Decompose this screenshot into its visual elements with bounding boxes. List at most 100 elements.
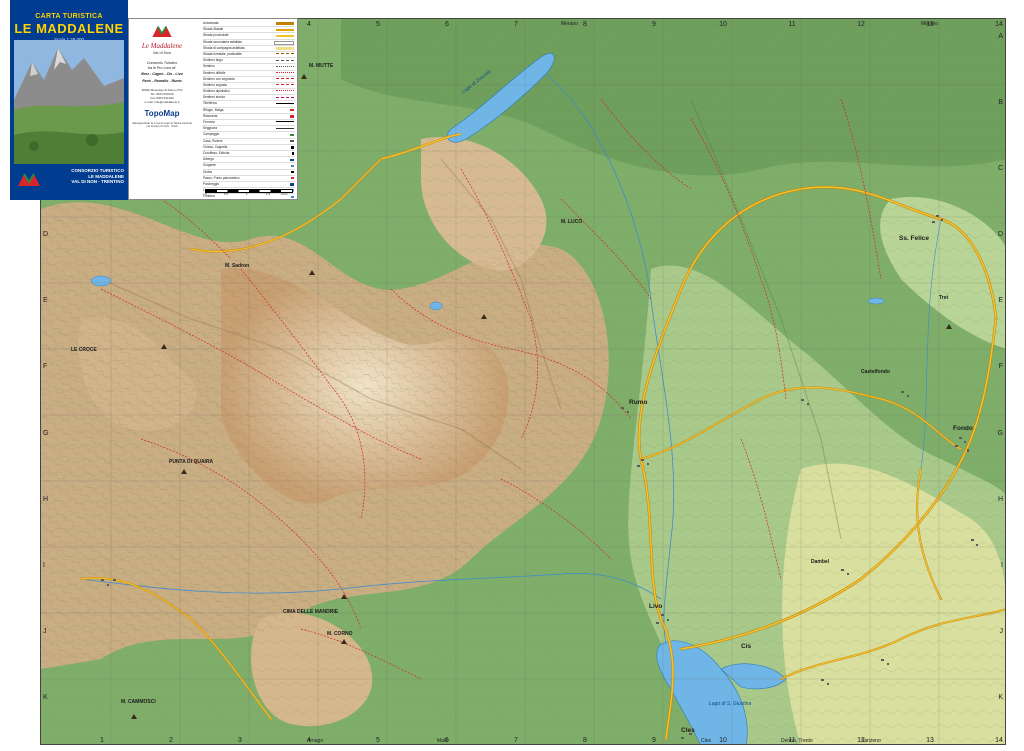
grid-column-label: 3: [238, 737, 242, 744]
legend-symbol-icon: [290, 133, 294, 137]
grid-column-label: 6: [445, 21, 449, 28]
grid-column-label: 9: [652, 21, 656, 28]
grid-row-label: D: [43, 231, 49, 239]
grid-row-label: I: [1001, 561, 1003, 569]
grid-column-label: 12: [857, 737, 865, 744]
grid-row-label: J: [43, 627, 47, 635]
grid-column-label: 11: [788, 21, 796, 28]
grid-column-label: 9: [652, 737, 656, 744]
publisher-logo: TopoMap: [144, 108, 180, 118]
grid-row-label: H: [43, 495, 49, 503]
lake-label-giustina: Lago di S. Giustina: [709, 701, 752, 707]
grid-row-label: B: [998, 99, 1003, 107]
place-label[interactable]: Rumo: [629, 399, 647, 406]
legend-symbol-icon: [276, 90, 294, 93]
grid-column-label: 2: [169, 737, 173, 744]
grid-column-label: 8: [583, 21, 587, 28]
legend-symbol-icon: [276, 96, 294, 100]
grid-column-label: 8: [583, 737, 587, 744]
legend-note: Salvaguardate la zona di Lago di Santa G…: [132, 120, 192, 128]
legend-symbol-icon: [276, 84, 294, 87]
legend-symbol-icon: [291, 195, 294, 199]
legend-symbol-icon: [290, 183, 294, 186]
place-label[interactable]: M. CAMMOSCI: [121, 699, 156, 705]
grid-row-label: F: [43, 363, 48, 371]
grid-row-label: H: [997, 495, 1003, 503]
legend-symbol-icon: [276, 59, 294, 63]
grid-column-label: 14: [995, 737, 1003, 744]
legend-symbol-icon: [276, 127, 294, 131]
grid-column-label: 4: [307, 737, 311, 744]
place-label[interactable]: M. Sadron: [225, 263, 249, 269]
legend-symbol-icon: [276, 65, 294, 69]
grid-row-label: K: [998, 693, 1003, 701]
grid-row-label: D: [997, 231, 1003, 239]
legend-symbol-icon: [291, 146, 294, 149]
grid-row-label: I: [43, 561, 45, 569]
grid-column-label: 13: [926, 21, 934, 28]
legend-address: 38020 Mocenigo di Rumo (TN) Tel. 0463 53…: [141, 88, 183, 104]
legend-items: Autostrada Strada Statale Strada provincia…: [203, 21, 295, 199]
scale-bar: 0 0.5 1 1.5 2 km: [205, 189, 293, 196]
place-label[interactable]: Cles: [681, 727, 695, 734]
legend-symbol-icon: [276, 102, 294, 106]
grid-column-label: 14: [995, 21, 1003, 28]
legend-symbol-icon: [290, 109, 294, 112]
legend-brand-sub: Val di Non: [152, 50, 172, 55]
maddalene-logo-icon: [152, 26, 172, 37]
legend-publisher-column: Le Maddalene Val di Non Consorzio Turist…: [131, 23, 193, 128]
legend-symbol-icon: [291, 170, 294, 174]
grid-column-label: 13: [926, 737, 934, 744]
grid-column-label: 5: [376, 21, 380, 28]
legend-symbol-icon: [291, 164, 294, 168]
grid-column-label: 7: [514, 21, 518, 28]
place-label[interactable]: LE CROCE: [71, 347, 97, 353]
grid-row-label: G: [997, 429, 1003, 437]
legend-symbol-icon: [276, 121, 294, 124]
legend-symbol-icon: [292, 152, 294, 155]
place-label[interactable]: Tret: [939, 295, 948, 301]
grid-row-label: E: [43, 297, 48, 305]
cover-title: LE MADDALENE: [14, 21, 124, 36]
legend-symbol-icon: [274, 40, 294, 46]
place-label[interactable]: Castelfondo: [861, 369, 890, 375]
grid-column-label: 10: [719, 21, 727, 28]
place-label[interactable]: CIMA DELLE MANDRIE: [283, 609, 338, 615]
legend-symbol-icon: [276, 22, 294, 25]
place-label[interactable]: Livo: [649, 603, 662, 610]
grid-row-label: A: [998, 33, 1003, 40]
grid-column-label: 6: [445, 737, 449, 744]
legend-symbol-icon: [276, 53, 294, 56]
legend-symbol-icon: [276, 28, 294, 31]
grid-column-label: 7: [514, 737, 518, 744]
legend-symbol-icon: [276, 34, 294, 38]
place-label[interactable]: M. CORNO: [327, 631, 353, 637]
legend-symbol-icon: [276, 47, 294, 50]
grid-column-label: 10: [719, 737, 727, 744]
place-label[interactable]: Dambel: [811, 559, 829, 565]
place-label[interactable]: PUNTA DI QUAIRA: [169, 459, 213, 465]
grid-column-label: 1: [100, 737, 104, 744]
mountain-photo: [14, 40, 124, 164]
grid-row-label: K: [43, 693, 48, 701]
edge-label-south-3: Cles: [701, 738, 712, 744]
grid-row-label: C: [997, 165, 1003, 173]
place-label[interactable]: Cis: [741, 643, 751, 650]
map-legend: Le Maddalene Val di Non Consorzio Turist…: [128, 18, 298, 200]
edge-label-north: Merano: [561, 21, 578, 27]
legend-brand: Le Maddalene: [141, 42, 183, 50]
place-label[interactable]: Fondo: [953, 425, 973, 432]
cover-consortium: CONSORZIO TURISTICO LE MADDALENE VAL DI …: [71, 168, 124, 184]
grid-row-label: G: [43, 429, 49, 437]
legend-symbol-icon: [291, 177, 294, 180]
cover-kicker: CARTA TURISTICA: [35, 13, 103, 20]
place-label[interactable]: M. MUTTE: [309, 63, 333, 69]
place-label[interactable]: M. LUCO: [561, 219, 582, 225]
legend-symbol-icon: [276, 78, 294, 81]
grid-row-label: J: [999, 627, 1004, 635]
place-label[interactable]: Ss. Felice: [899, 235, 929, 242]
legend-symbol-icon: [290, 139, 294, 143]
legend-symbol-icon: [276, 71, 294, 75]
map-cover-panel: CARTA TURISTICA LE MADDALENE Scala 1:28.…: [10, 0, 128, 200]
legend-symbol-icon: [290, 115, 294, 118]
